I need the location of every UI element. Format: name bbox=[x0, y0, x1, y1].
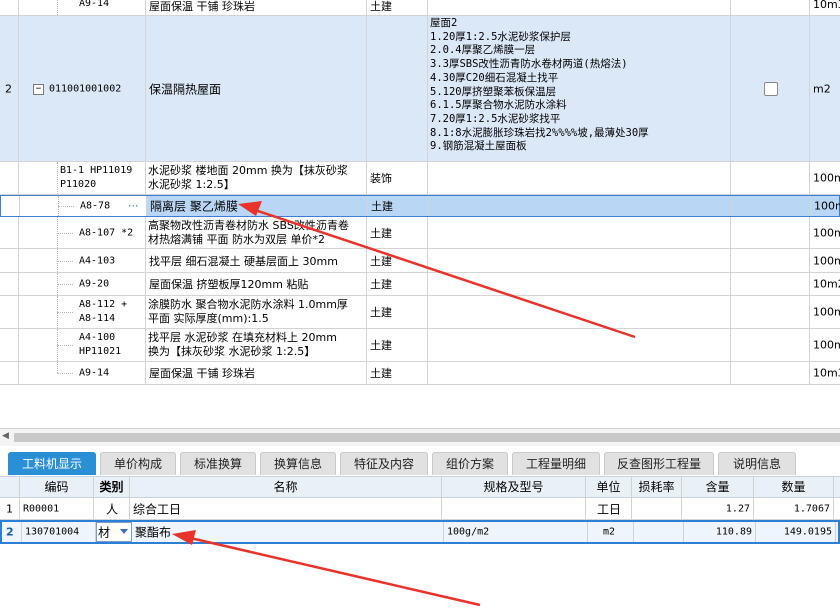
item-category: 土建 bbox=[370, 0, 392, 13]
header-name[interactable]: 名称 bbox=[130, 477, 442, 497]
item-name: 高聚物改性沥青卷材防水 SBS改性沥青卷 材热熔满铺 平面 防水为双层 单价*2 bbox=[148, 219, 349, 246]
material-code: R00001 bbox=[23, 503, 60, 514]
item-unit: 100m2 bbox=[813, 171, 840, 185]
detail-tabs: 工料机显示 单价构成 标准换算 换算信息 特征及内容 组价方案 工程量明细 反查… bbox=[0, 446, 840, 476]
table-row[interactable]: B1-1 HP11019 P11020 水泥砂浆 楼地面 20mm 换为【抹灰砂… bbox=[0, 162, 840, 195]
tab-unit-price[interactable]: 单价构成 bbox=[100, 452, 176, 475]
item-code: A8-107 *2 bbox=[79, 227, 134, 238]
item-unit: 10m3 bbox=[813, 366, 840, 380]
item-code: A4-100 HP11021 P11… bbox=[79, 332, 122, 361]
item-code: A9-14 bbox=[79, 367, 110, 379]
table-row[interactable]: A9-20 屋面保温 挤塑板厚120mm 粘贴 土建 10m2 bbox=[0, 273, 840, 296]
item-name: 涂膜防水 聚合物水泥防水涂料 1.0mm厚 平面 实际厚度(mm):1.5 bbox=[148, 298, 348, 325]
table-row-group[interactable]: 2 − 011001001002 保温隔热屋面 屋面2 1.20厚1:2.5水泥… bbox=[0, 16, 840, 162]
material-content: 1.27 bbox=[725, 503, 750, 514]
item-code: 011001001002 bbox=[49, 83, 122, 94]
table-row[interactable]: A4-103 找平层 细石混凝土 硬基层面上 30mm 土建 100m2 bbox=[0, 249, 840, 273]
item-name: 屋面保温 干铺 珍珠岩 bbox=[149, 367, 255, 380]
item-unit: 100m2 bbox=[813, 226, 840, 239]
item-unit: 10m3 bbox=[813, 0, 840, 11]
header-loss[interactable]: 损耗率 bbox=[632, 477, 682, 497]
material-quantity: 149.0195 bbox=[783, 526, 832, 538]
item-code: B1-1 HP11019 P11020 bbox=[60, 165, 133, 190]
item-unit: 100m2 bbox=[813, 338, 840, 352]
chevron-down-icon[interactable] bbox=[120, 529, 128, 534]
collapse-icon[interactable]: − bbox=[33, 83, 44, 95]
bill-items-grid: A9-14 屋面保温 干铺 珍珠岩 土建 10m3 2 − 0110010010… bbox=[0, 0, 840, 428]
header-type[interactable]: 类别 bbox=[94, 477, 130, 497]
material-content: 110.89 bbox=[715, 526, 752, 538]
table-row-selected[interactable]: A8-78 ··· 隔离层 聚乙烯膜 土建 100m2 bbox=[0, 195, 840, 217]
item-category: 装饰 bbox=[370, 172, 392, 185]
table-row[interactable]: 1 R00001 人 综合工日 工日 1.27 1.7067 bbox=[0, 498, 840, 520]
more-button[interactable]: ··· bbox=[128, 200, 139, 213]
tab-reverse-lookup[interactable]: 反查图形工程量 bbox=[604, 452, 714, 475]
item-category: 土建 bbox=[371, 200, 393, 213]
material-type-select[interactable]: 材 bbox=[96, 522, 132, 542]
header-code[interactable]: 编码 bbox=[20, 477, 94, 497]
material-name: 综合工日 bbox=[133, 502, 182, 516]
item-category: 土建 bbox=[370, 306, 392, 319]
material-unit: m2 bbox=[603, 526, 616, 538]
table-row[interactable]: A9-14 屋面保温 干铺 珍珠岩 土建 10m3 bbox=[0, 0, 840, 16]
scrollbar-thumb[interactable] bbox=[14, 433, 840, 442]
row-number: 2 bbox=[6, 525, 14, 539]
tab-materials[interactable]: 工料机显示 bbox=[8, 452, 96, 475]
table-row[interactable]: A9-14 屋面保温 干铺 珍珠岩 土建 10m3 bbox=[0, 362, 840, 385]
tab-pricing-scheme[interactable]: 组价方案 bbox=[432, 452, 508, 475]
table-row[interactable]: A8-112 + A8-114 涂膜防水 聚合物水泥防水涂料 1.0mm厚 平面… bbox=[0, 296, 840, 329]
material-type: 材 bbox=[98, 525, 111, 540]
table-row[interactable]: A4-100 HP11021 P11… 找平层 水泥砂浆 在填充材料上 20mm… bbox=[0, 329, 840, 362]
item-code: A9-20 bbox=[79, 278, 110, 290]
row-number: 1 bbox=[6, 502, 13, 515]
item-unit: 100m2 bbox=[813, 254, 840, 267]
material-spec: 100g/m2 bbox=[447, 526, 490, 538]
item-unit: 10m2 bbox=[813, 277, 840, 291]
materials-header: 编码 类别 名称 规格及型号 单位 损耗率 含量 数量 bbox=[0, 476, 840, 498]
table-row[interactable]: A8-107 *2 高聚物改性沥青卷材防水 SBS改性沥青卷 材热熔满铺 平面 … bbox=[0, 217, 840, 249]
item-code: A9-14 bbox=[79, 0, 110, 9]
item-name: 水泥砂浆 楼地面 20mm 换为【抹灰砂浆 水泥砂浆 1:2.5】 bbox=[148, 164, 348, 191]
item-unit: 100m2 bbox=[814, 199, 840, 213]
row-number: 2 bbox=[5, 82, 12, 95]
header-quantity[interactable]: 数量 bbox=[754, 477, 834, 497]
header-spec[interactable]: 规格及型号 bbox=[442, 477, 586, 497]
material-quantity: 1.7067 bbox=[793, 503, 830, 514]
tab-conversion-info[interactable]: 换算信息 bbox=[260, 452, 336, 475]
item-category: 土建 bbox=[370, 278, 392, 291]
item-name: 找平层 细石混凝土 硬基层面上 30mm bbox=[149, 254, 338, 268]
scroll-left-icon[interactable]: ◀ bbox=[2, 431, 9, 441]
item-code: A8-112 + A8-114 bbox=[79, 299, 128, 324]
item-name: 屋面保温 挤塑板厚120mm 粘贴 bbox=[149, 278, 309, 291]
materials-grid: 编码 类别 名称 规格及型号 单位 损耗率 含量 数量 1 R00001 人 综… bbox=[0, 476, 840, 613]
item-checkbox[interactable] bbox=[764, 81, 778, 96]
tab-standard-conversion[interactable]: 标准换算 bbox=[180, 452, 256, 475]
tab-quantity-detail[interactable]: 工程量明细 bbox=[512, 452, 600, 475]
table-row-selected[interactable]: 2 130701004 材 聚酯布 100g/m2 m2 110.89 149.… bbox=[0, 520, 840, 544]
tab-description[interactable]: 说明信息 bbox=[718, 452, 796, 475]
header-content[interactable]: 含量 bbox=[682, 477, 754, 497]
item-unit: 100m2 bbox=[813, 305, 840, 319]
header-unit[interactable]: 单位 bbox=[586, 477, 632, 497]
item-category: 土建 bbox=[370, 339, 392, 352]
item-category: 土建 bbox=[370, 254, 392, 268]
material-unit: 工日 bbox=[597, 502, 622, 516]
tab-features[interactable]: 特征及内容 bbox=[340, 452, 428, 475]
material-code: 130701004 bbox=[25, 526, 80, 538]
item-name: 屋面保温 干铺 珍珠岩 bbox=[149, 0, 255, 13]
item-name: 保温隔热屋面 bbox=[149, 82, 222, 96]
item-code: A4-103 bbox=[79, 255, 116, 266]
horizontal-scrollbar[interactable]: ◀ bbox=[0, 428, 840, 447]
material-name: 聚酯布 bbox=[135, 525, 172, 540]
item-feature-text: 屋面2 1.20厚1:2.5水泥砂浆保护层 2.0.4厚聚乙烯膜一层 3.3厚S… bbox=[430, 17, 649, 153]
item-name: 隔离层 聚乙烯膜 bbox=[150, 199, 238, 214]
item-name: 找平层 水泥砂浆 在填充材料上 20mm 换为【抹灰砂浆 水泥砂浆 1:2.5】 bbox=[148, 331, 337, 358]
item-unit: m2 bbox=[813, 82, 831, 95]
item-code: A8-78 bbox=[80, 200, 111, 212]
item-category: 土建 bbox=[370, 367, 392, 380]
item-category: 土建 bbox=[370, 226, 392, 240]
material-type: 人 bbox=[106, 502, 119, 516]
